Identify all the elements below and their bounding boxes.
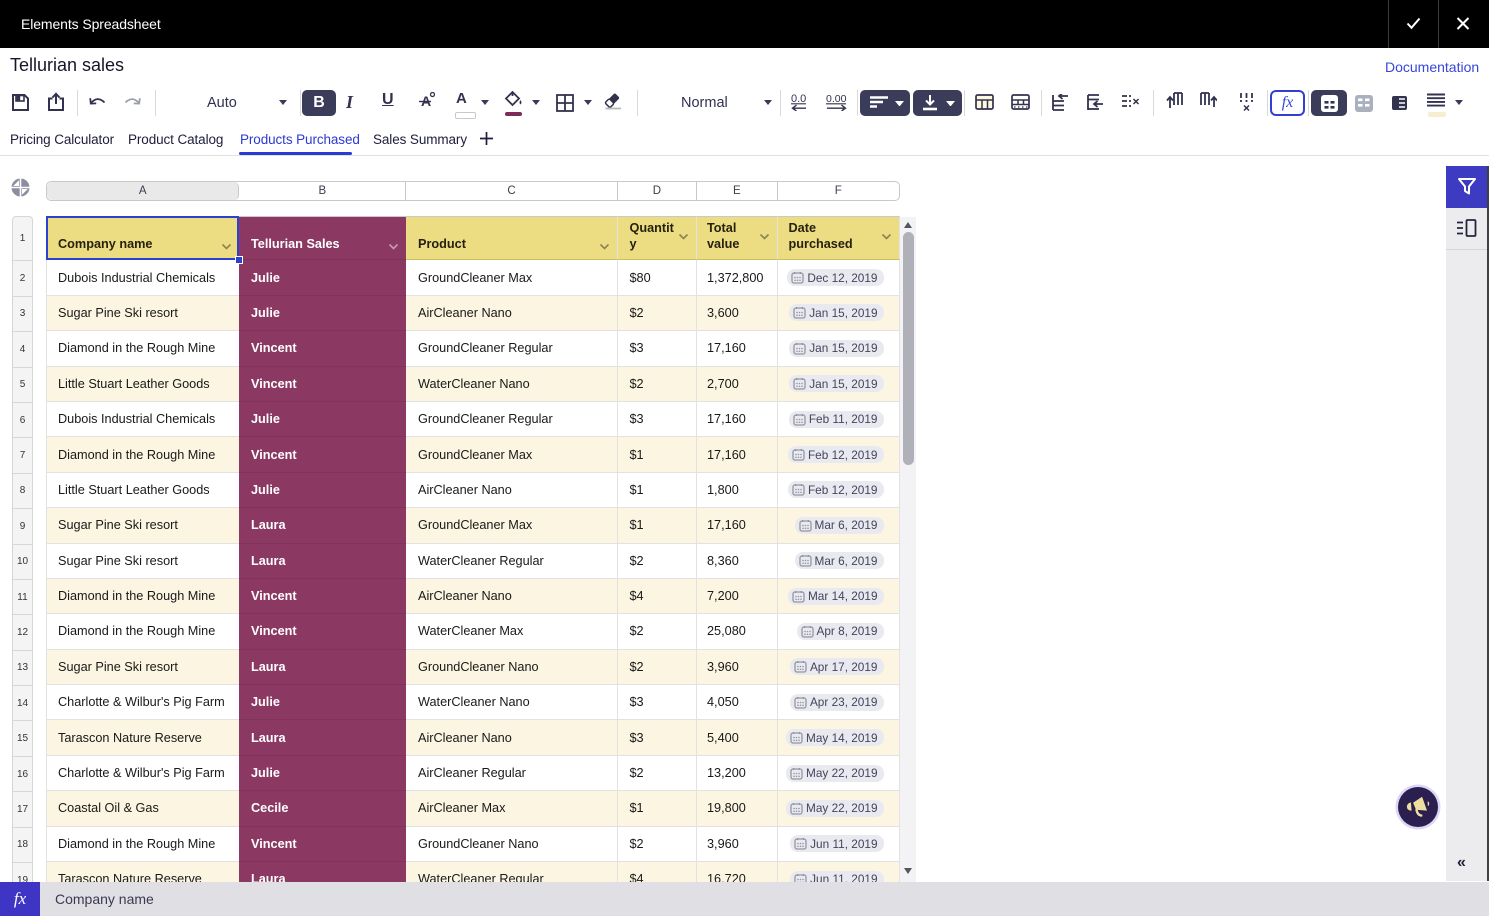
svg-text:0.00: 0.00 <box>826 93 847 105</box>
svg-text:0.0: 0.0 <box>791 93 806 105</box>
